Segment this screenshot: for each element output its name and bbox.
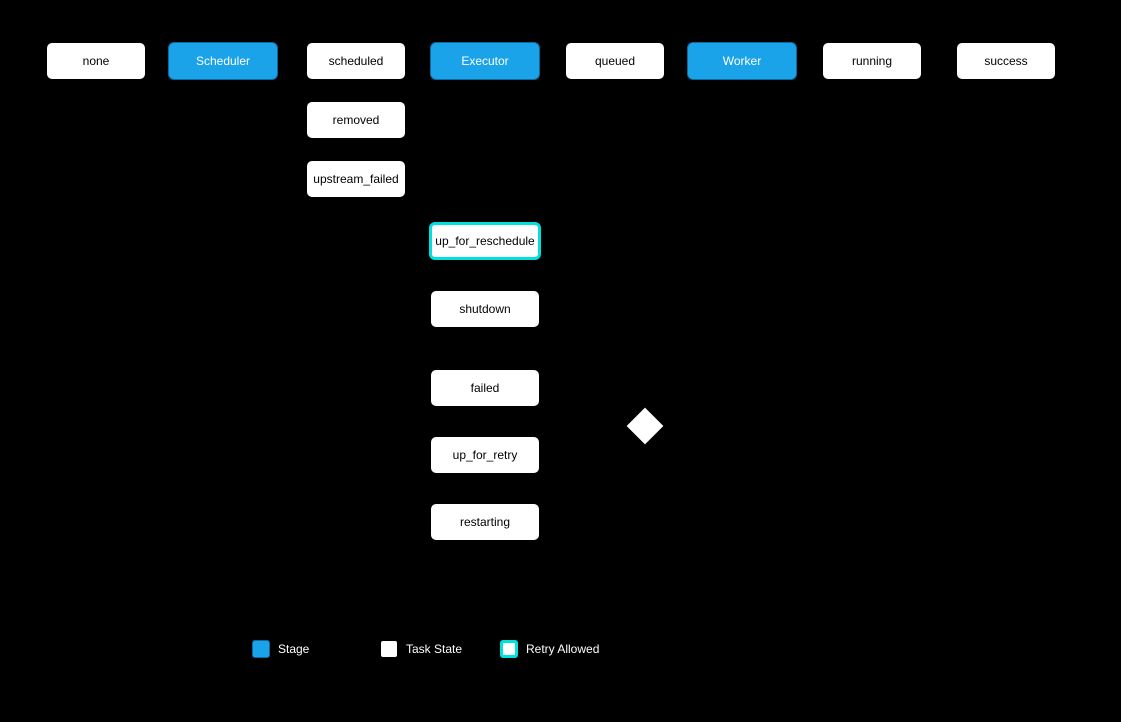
state-label: upstream_failed: [313, 172, 398, 186]
state-up-for-reschedule: up_for_reschedule: [429, 222, 541, 260]
stage-worker: Worker: [687, 42, 797, 80]
state-label: failed: [471, 381, 500, 395]
state-queued: queued: [565, 42, 665, 80]
stage-label: Worker: [723, 54, 761, 68]
decision-retry: [627, 408, 664, 445]
state-label: up_for_reschedule: [435, 234, 534, 248]
state-label: scheduled: [329, 54, 384, 68]
stage-label: Scheduler: [196, 54, 250, 68]
state-failed: failed: [430, 369, 540, 407]
state-removed: removed: [306, 101, 406, 139]
state-label: shutdown: [459, 302, 510, 316]
state-restarting: restarting: [430, 503, 540, 541]
stage-label: Executor: [461, 54, 508, 68]
state-label: removed: [333, 113, 380, 127]
state-none: none: [46, 42, 146, 80]
state-scheduled: scheduled: [306, 42, 406, 80]
legend-stage: Stage: [252, 640, 309, 658]
state-running: running: [822, 42, 922, 80]
swatch-white: [380, 640, 398, 658]
state-label: none: [83, 54, 110, 68]
legend-state: Task State: [380, 640, 462, 658]
state-label: running: [852, 54, 892, 68]
state-upstream-failed: upstream_failed: [306, 160, 406, 198]
state-label: queued: [595, 54, 635, 68]
stage-executor: Executor: [430, 42, 540, 80]
swatch-highlight: [500, 640, 518, 658]
state-label: success: [984, 54, 1027, 68]
swatch-blue: [252, 640, 270, 658]
state-shutdown: shutdown: [430, 290, 540, 328]
legend-label: Task State: [406, 642, 462, 656]
legend-retry: Retry Allowed: [500, 640, 599, 658]
legend-label: Stage: [278, 642, 309, 656]
state-success: success: [956, 42, 1056, 80]
state-label: up_for_retry: [453, 448, 518, 462]
state-label: restarting: [460, 515, 510, 529]
stage-scheduler: Scheduler: [168, 42, 278, 80]
state-up-for-retry: up_for_retry: [430, 436, 540, 474]
legend-label: Retry Allowed: [526, 642, 599, 656]
